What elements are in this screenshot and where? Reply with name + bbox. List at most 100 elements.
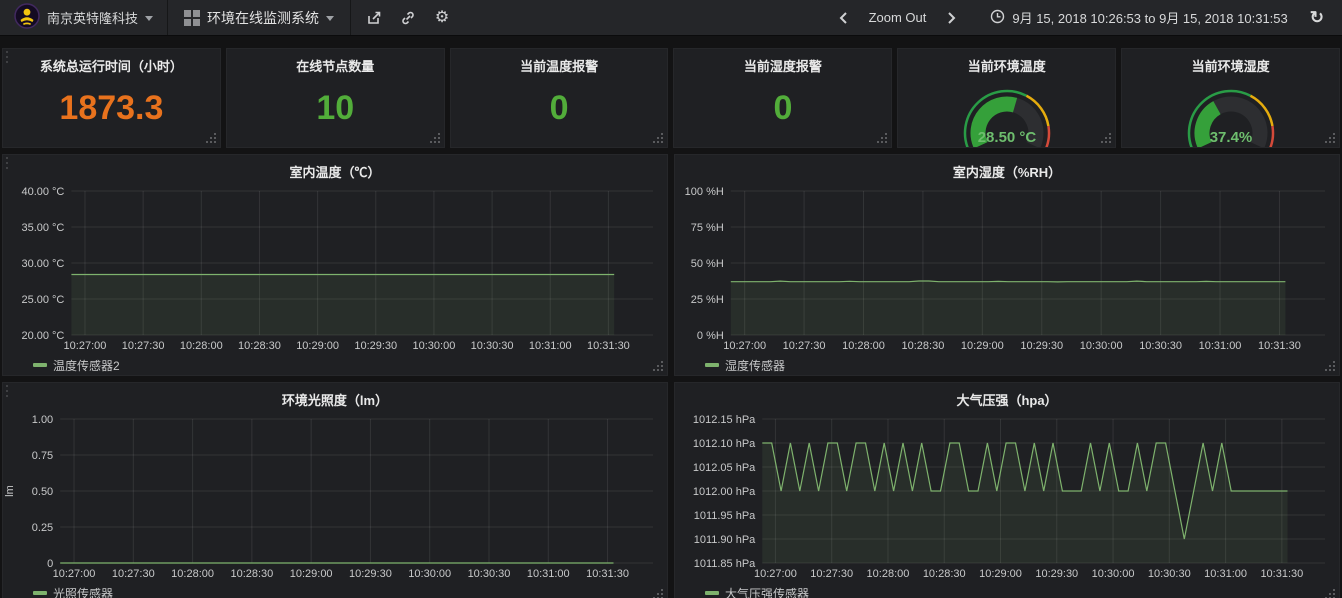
svg-text:10:27:30: 10:27:30 xyxy=(112,568,155,580)
panel-resize-handle[interactable] xyxy=(877,133,887,143)
org-menu[interactable]: 南京英特隆科技 xyxy=(0,0,168,35)
stat-panel-humidity-alarm: 当前湿度报警 0 xyxy=(673,48,892,148)
time-back-chevron-icon[interactable] xyxy=(829,3,859,33)
link-icon[interactable] xyxy=(393,3,423,33)
svg-text:10:27:30: 10:27:30 xyxy=(783,340,826,352)
stat-value: 10 xyxy=(227,77,444,147)
row-drag-handle[interactable] xyxy=(2,154,11,376)
svg-text:10:29:30: 10:29:30 xyxy=(354,340,397,352)
svg-text:10:31:30: 10:31:30 xyxy=(587,340,630,352)
svg-text:10:30:00: 10:30:00 xyxy=(1080,340,1123,352)
dashboard: 系统总运行时间（小时） 1873.3 在线节点数量 10 当前温度报警 0 当前… xyxy=(0,36,1342,598)
svg-text:10:31:00: 10:31:00 xyxy=(529,340,572,352)
panel-title[interactable]: 当前湿度报警 xyxy=(674,49,891,77)
panel-resize-handle[interactable] xyxy=(206,133,216,143)
air-pressure-chart[interactable]: 10:27:0010:27:3010:28:0010:28:3010:29:00… xyxy=(675,411,1339,583)
svg-text:10:27:00: 10:27:00 xyxy=(53,568,96,580)
svg-text:10:31:30: 10:31:30 xyxy=(1260,568,1303,580)
panel-resize-handle[interactable] xyxy=(430,133,440,143)
svg-text:0.75: 0.75 xyxy=(32,450,53,462)
svg-text:0.25: 0.25 xyxy=(32,522,53,534)
legend-marker xyxy=(33,363,47,367)
legend-label[interactable]: 光照传感器 xyxy=(53,585,113,598)
svg-text:0: 0 xyxy=(47,558,53,570)
logo-icon xyxy=(14,3,40,32)
zoom-out-button[interactable]: Zoom Out xyxy=(869,10,927,25)
chart-panel-indoor-temperature: 室内温度（℃） 10:27:0010:27:3010:28:0010:28:30… xyxy=(2,154,668,376)
legend-label[interactable]: 湿度传感器 xyxy=(725,357,785,374)
legend-label[interactable]: 温度传感器2 xyxy=(53,357,120,374)
panel-title[interactable]: 室内温度（℃） xyxy=(3,155,667,183)
time-forward-chevron-icon[interactable] xyxy=(936,3,966,33)
svg-text:10:28:00: 10:28:00 xyxy=(180,340,223,352)
refresh-icon[interactable]: ↻ xyxy=(1302,8,1332,28)
panel-resize-handle[interactable] xyxy=(1101,133,1111,143)
svg-text:10:28:30: 10:28:30 xyxy=(902,340,945,352)
panel-resize-handle[interactable] xyxy=(653,361,663,371)
svg-text:10:31:30: 10:31:30 xyxy=(1258,340,1301,352)
svg-text:10:28:00: 10:28:00 xyxy=(171,568,214,580)
row-drag-handle[interactable] xyxy=(2,48,11,148)
svg-text:10:30:30: 10:30:30 xyxy=(468,568,511,580)
svg-text:10:27:30: 10:27:30 xyxy=(122,340,165,352)
svg-text:10:29:30: 10:29:30 xyxy=(1020,340,1063,352)
panel-title[interactable]: 系统总运行时间（小时） xyxy=(3,49,220,77)
svg-text:10:28:00: 10:28:00 xyxy=(867,568,910,580)
svg-text:100 %H: 100 %H xyxy=(685,186,724,198)
svg-text:10:30:30: 10:30:30 xyxy=(1139,340,1182,352)
row-drag-handle[interactable] xyxy=(2,382,11,598)
share-icon[interactable] xyxy=(359,3,389,33)
panel-resize-handle[interactable] xyxy=(653,133,663,143)
svg-text:1011.95 hPa: 1011.95 hPa xyxy=(694,510,756,522)
panel-title[interactable]: 在线节点数量 xyxy=(227,49,444,77)
svg-text:35.00 °C: 35.00 °C xyxy=(21,222,64,234)
svg-text:1.00: 1.00 xyxy=(32,414,53,426)
ambient-light-chart[interactable]: 10:27:0010:27:3010:28:0010:28:3010:29:00… xyxy=(3,411,667,583)
panel-title[interactable]: 环境光照度（lm） xyxy=(3,383,667,411)
svg-text:1012.05 hPa: 1012.05 hPa xyxy=(693,462,756,474)
charts-row-2: 环境光照度（lm） 10:27:0010:27:3010:28:0010:28:… xyxy=(2,382,1340,598)
indoor-temperature-chart[interactable]: 10:27:0010:27:3010:28:0010:28:3010:29:00… xyxy=(3,183,667,355)
gauge-panel-env-temperature: 当前环境温度 28.50 °C xyxy=(897,48,1116,148)
dashboard-picker[interactable]: 环境在线监测系统 xyxy=(168,0,351,35)
svg-text:25.00 °C: 25.00 °C xyxy=(21,294,64,306)
svg-text:40.00 °C: 40.00 °C xyxy=(21,186,64,198)
panel-resize-handle[interactable] xyxy=(653,589,663,598)
svg-text:10:29:00: 10:29:00 xyxy=(961,340,1004,352)
stats-row: 系统总运行时间（小时） 1873.3 在线节点数量 10 当前温度报警 0 当前… xyxy=(2,48,1340,148)
panel-title[interactable]: 当前环境湿度 xyxy=(1122,49,1339,77)
indoor-humidity-chart[interactable]: 10:27:0010:27:3010:28:0010:28:3010:29:00… xyxy=(675,183,1339,355)
svg-text:28.50 °C: 28.50 °C xyxy=(977,129,1036,146)
humidity-gauge: 37.4% xyxy=(1165,77,1297,148)
svg-text:10:27:00: 10:27:00 xyxy=(723,340,766,352)
svg-text:1012.00 hPa: 1012.00 hPa xyxy=(693,486,756,498)
svg-text:20.00 °C: 20.00 °C xyxy=(21,330,64,342)
svg-text:1011.85 hPa: 1011.85 hPa xyxy=(694,558,756,570)
panel-title[interactable]: 当前温度报警 xyxy=(451,49,668,77)
time-range-picker[interactable]: 9月 15, 2018 10:26:53 to 9月 15, 2018 10:3… xyxy=(978,8,1299,27)
panel-title[interactable]: 大气压强（hpa） xyxy=(675,383,1339,411)
svg-text:10:29:00: 10:29:00 xyxy=(296,340,339,352)
svg-text:10:30:00: 10:30:00 xyxy=(408,568,451,580)
legend-label[interactable]: 大气压强传感器 xyxy=(725,585,809,598)
panel-title[interactable]: 室内湿度（%RH） xyxy=(675,155,1339,183)
chart-panel-air-pressure: 大气压强（hpa） 10:27:0010:27:3010:28:0010:28:… xyxy=(674,382,1340,598)
svg-text:10:31:30: 10:31:30 xyxy=(586,568,629,580)
svg-text:30.00 °C: 30.00 °C xyxy=(21,258,64,270)
time-range-text: 9月 15, 2018 10:26:53 to 9月 15, 2018 10:3… xyxy=(1012,8,1287,27)
stat-panel-online-nodes: 在线节点数量 10 xyxy=(226,48,445,148)
svg-text:1012.15 hPa: 1012.15 hPa xyxy=(693,414,756,426)
svg-text:10:28:30: 10:28:30 xyxy=(238,340,281,352)
charts-row-1: 室内温度（℃） 10:27:00 10:27:30 10:28:00 10:28:30… xyxy=(2,154,1340,376)
stat-value: 0 xyxy=(451,77,668,147)
gear-icon[interactable]: ⚙ xyxy=(427,3,457,33)
panel-title[interactable]: 当前环境温度 xyxy=(898,49,1115,77)
panel-resize-handle[interactable] xyxy=(1325,361,1335,371)
legend-marker xyxy=(33,591,47,595)
panel-resize-handle[interactable] xyxy=(1325,133,1335,143)
chart-panel-indoor-humidity: 室内湿度（%RH） 10:27:0010:27:3010:28:0010:28:… xyxy=(674,154,1340,376)
panel-resize-handle[interactable] xyxy=(1325,589,1335,598)
svg-text:0.50: 0.50 xyxy=(32,486,53,498)
svg-text:10:28:30: 10:28:30 xyxy=(230,568,273,580)
temperature-gauge: 28.50 °C xyxy=(941,77,1073,148)
